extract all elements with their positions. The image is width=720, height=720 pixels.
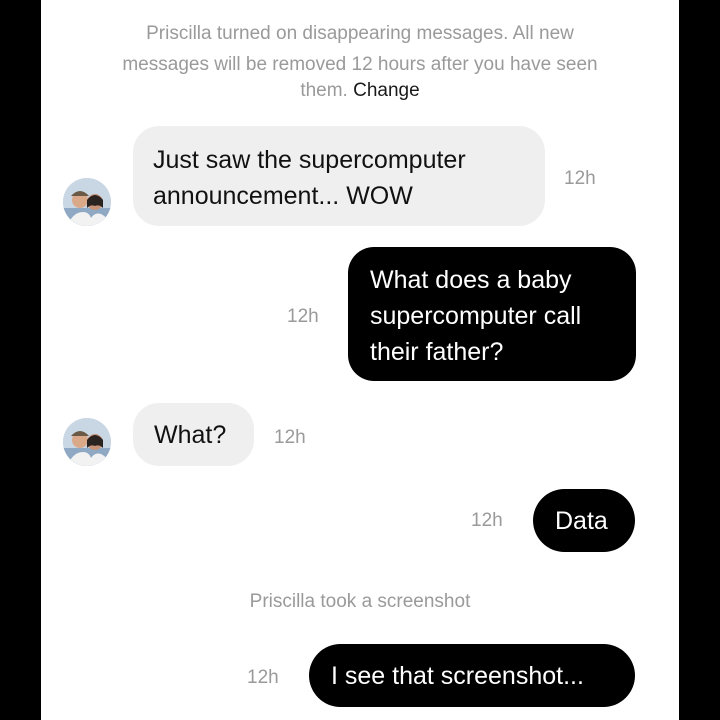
message-text-line: supercomputer call	[370, 302, 582, 330]
change-link[interactable]: Change	[353, 80, 420, 101]
message-text-line: their father?	[370, 338, 504, 366]
message-bubble[interactable]: What does a baby supercomputer call thei…	[348, 247, 636, 381]
message-text-line: What does a baby	[370, 266, 572, 294]
avatar-photo-icon	[63, 178, 111, 226]
screenshot-notice: Priscilla took a screenshot	[249, 591, 471, 612]
chat-thread: Priscilla turned on disappearing message…	[41, 0, 679, 720]
avatar[interactable]	[63, 178, 111, 226]
notice-line-3: them. Change	[41, 75, 679, 106]
avatar[interactable]	[63, 418, 111, 466]
message-bubble[interactable]: I see that screenshot...	[309, 644, 635, 707]
message-bubble[interactable]: Just saw the supercomputer announcement.…	[133, 126, 545, 226]
notice-line-3-text: them.	[300, 80, 348, 101]
message-bubble[interactable]: What?	[133, 403, 254, 466]
message-timestamp: 12h	[564, 168, 596, 189]
message-text-line: What?	[154, 421, 227, 449]
message-text-line: I see that screenshot...	[331, 662, 584, 690]
message-text-line: Data	[555, 507, 608, 535]
message-timestamp: 12h	[471, 510, 503, 531]
avatar-photo-icon	[63, 418, 111, 466]
notice-line-1: Priscilla turned on disappearing message…	[146, 23, 574, 44]
message-timestamp: 12h	[247, 667, 279, 688]
message-timestamp: 12h	[287, 306, 319, 327]
message-text-line: announcement... WOW	[153, 182, 413, 210]
message-text-line: Just saw the supercomputer	[153, 146, 466, 174]
message-timestamp: 12h	[274, 427, 306, 448]
message-bubble[interactable]: Data	[533, 489, 635, 552]
